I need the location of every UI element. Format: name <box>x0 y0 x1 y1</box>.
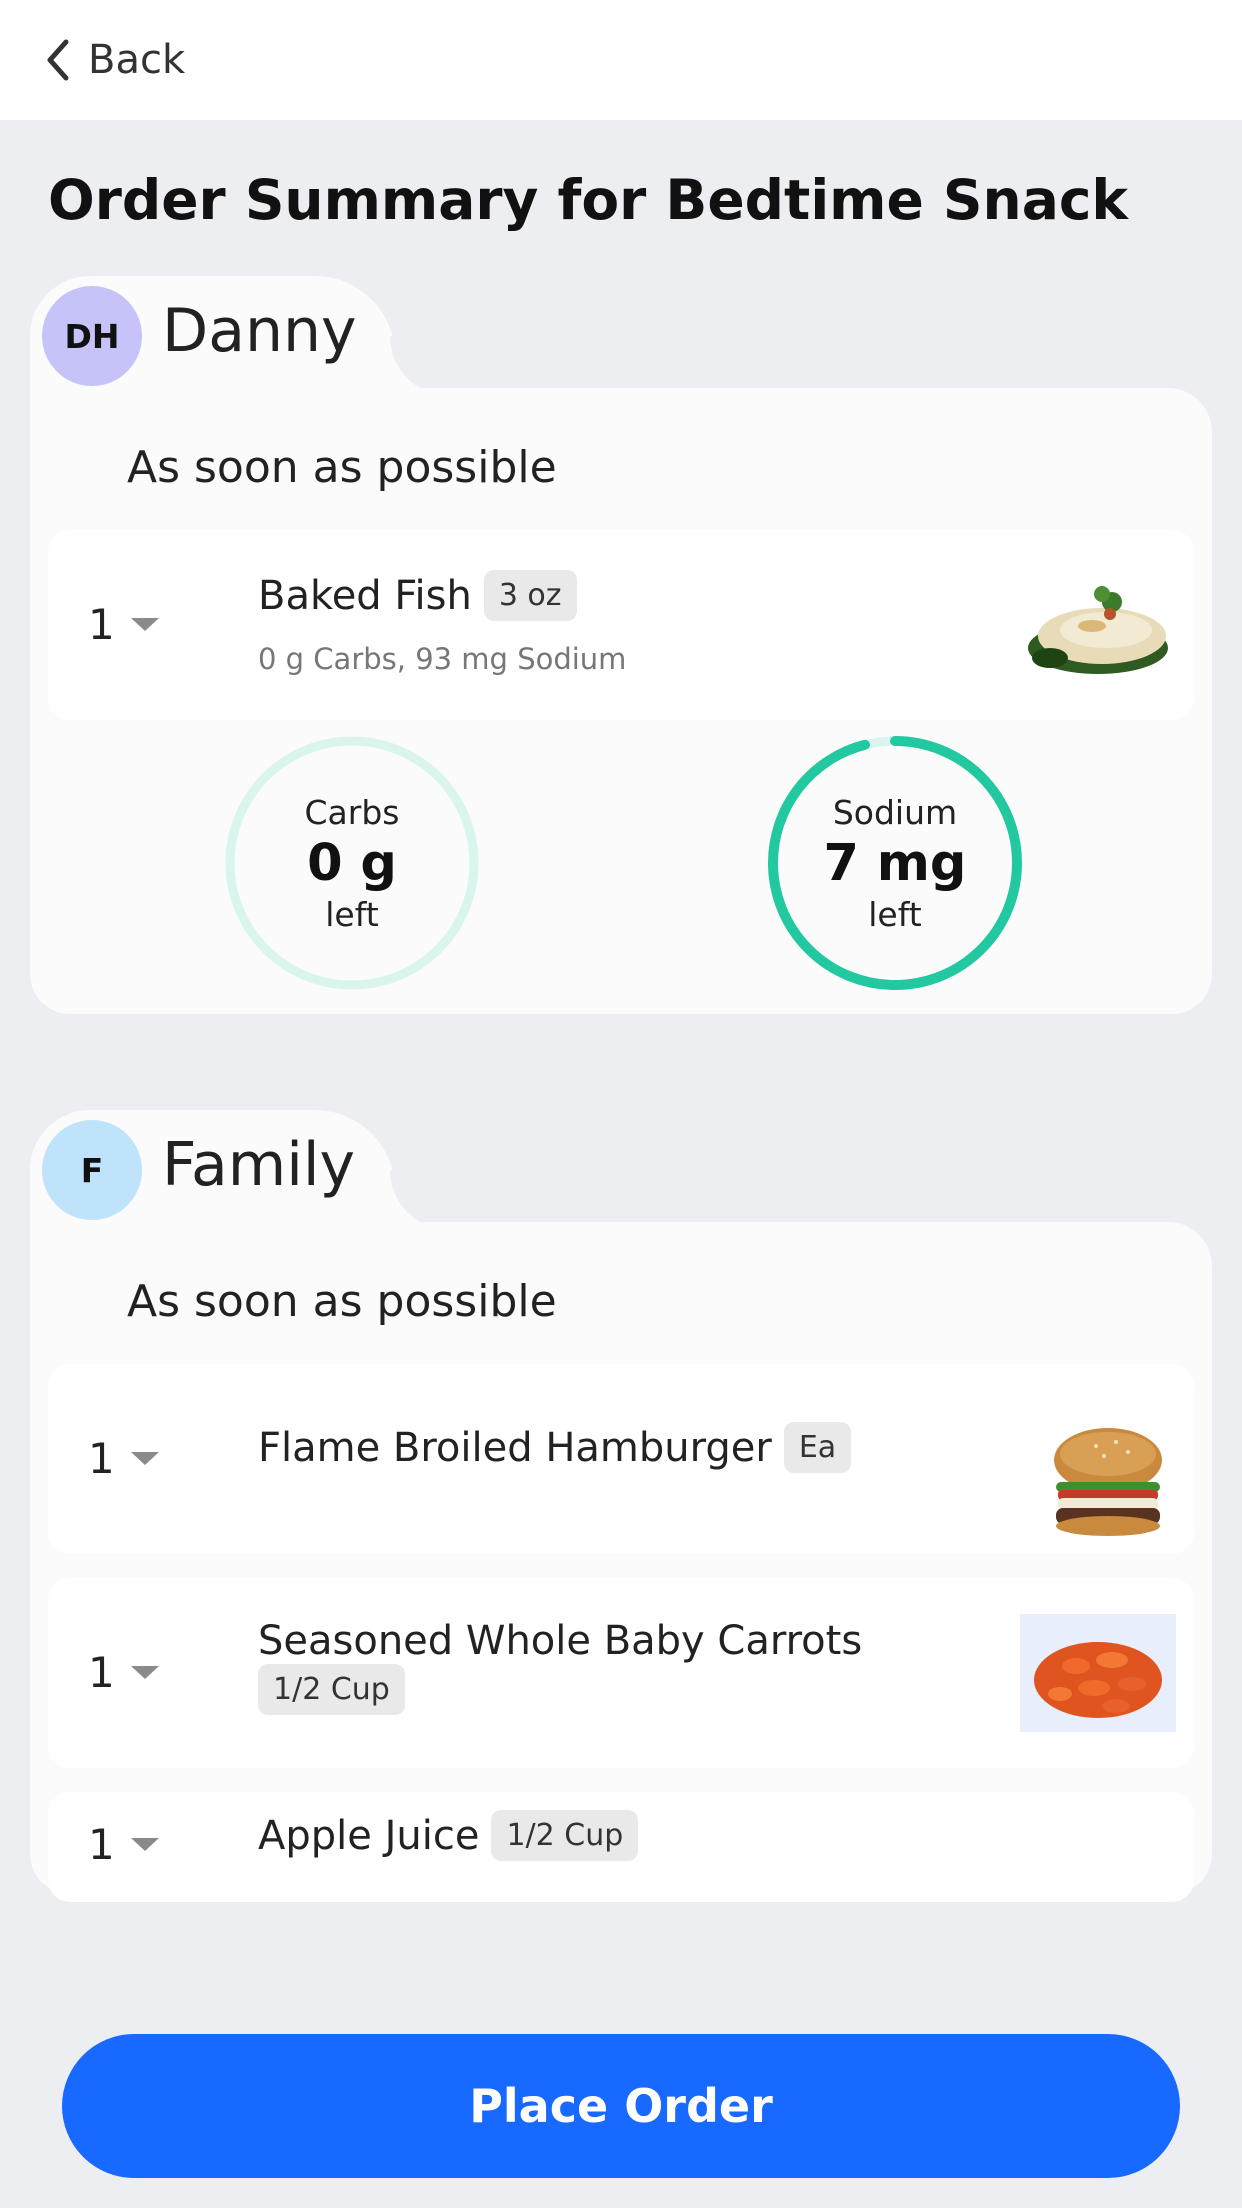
timing-label: As soon as possible <box>127 442 557 493</box>
place-order-button[interactable]: Place Order <box>62 2034 1180 2178</box>
ring-value: 7 mg <box>823 833 967 893</box>
order-item: 1 Seasoned Whole Baby Carrots 1/2 Cup <box>48 1578 1194 1768</box>
sodium-remaining-ring: Sodium 7 mg left <box>766 734 1024 992</box>
quantity-selector[interactable]: 1 <box>88 1434 159 1483</box>
item-name-text: Baked Fish <box>258 572 472 619</box>
item-name: Apple Juice 1/2 Cup <box>258 1810 639 1861</box>
item-name: Flame Broiled Hamburger Ea <box>258 1422 852 1473</box>
order-card: As soon as possible 1 Flame Broiled Hamb… <box>30 1222 1212 1902</box>
caret-down-icon <box>130 1452 159 1465</box>
ring-label: Carbs <box>304 792 400 832</box>
caret-down-icon <box>130 618 159 631</box>
nutrition-info: 0 g Carbs, 93 mg Sodium <box>258 642 627 676</box>
quantity-selector[interactable]: 1 <box>88 600 159 649</box>
order-item: 1 Baked Fish 3 oz 0 g Carbs, 93 mg Sodiu… <box>48 530 1194 720</box>
order-section-family: As soon as possible 1 Flame Broiled Hamb… <box>30 1110 1212 1902</box>
carbs-remaining-ring: Carbs 0 g left <box>223 734 481 992</box>
page-title: Order Summary for Bedtime Snack <box>48 168 1128 232</box>
portion-badge: 1/2 Cup <box>491 1810 639 1861</box>
portion-badge: 3 oz <box>483 570 577 621</box>
quantity-value: 1 <box>88 1434 115 1483</box>
order-summary-screen: Back Order Summary for Bedtime Snack As … <box>0 0 1242 2208</box>
chevron-left-icon <box>47 39 69 81</box>
item-name-text: Flame Broiled Hamburger <box>258 1424 772 1471</box>
portion-badge: 1/2 Cup <box>258 1664 405 1715</box>
caret-down-icon <box>130 1838 159 1851</box>
timing-label: As soon as possible <box>127 1276 557 1327</box>
back-button[interactable]: Back <box>42 36 185 84</box>
portion-badge: Ea <box>783 1422 852 1473</box>
ring-unit: left <box>868 894 922 934</box>
baked-fish-image <box>1028 586 1168 674</box>
back-label: Back <box>88 37 186 83</box>
avatar: DH <box>42 286 142 386</box>
item-name: Baked Fish 3 oz <box>258 570 577 621</box>
order-card: As soon as possible 1 Baked Fish 3 oz 0 … <box>30 388 1212 1014</box>
ring-unit: left <box>325 894 379 934</box>
order-item: 1 Flame Broiled Hamburger Ea <box>48 1364 1194 1554</box>
hamburger-image <box>1054 1428 1162 1536</box>
quantity-selector[interactable]: 1 <box>88 1820 159 1869</box>
order-section-danny: As soon as possible 1 Baked Fish 3 oz 0 … <box>30 276 1212 1016</box>
ring-label: Sodium <box>832 792 958 832</box>
person-name: Family <box>162 1130 356 1200</box>
caret-down-icon <box>130 1666 159 1679</box>
quantity-selector[interactable]: 1 <box>88 1648 159 1697</box>
quantity-value: 1 <box>88 1820 115 1869</box>
avatar: F <box>42 1120 142 1220</box>
item-name-text: Seasoned Whole Baby Carrots <box>258 1618 863 1664</box>
person-name: Danny <box>162 296 357 366</box>
order-item: 1 Apple Juice 1/2 Cup <box>48 1792 1194 1902</box>
portion-wrap: 1/2 Cup <box>246 1664 405 1715</box>
top-bar: Back <box>0 0 1242 120</box>
carrots-image <box>1020 1614 1176 1732</box>
item-name-text: Apple Juice <box>258 1812 480 1859</box>
quantity-value: 1 <box>88 600 115 649</box>
item-name: Seasoned Whole Baby Carrots <box>258 1618 862 1664</box>
quantity-value: 1 <box>88 1648 115 1697</box>
ring-value: 0 g <box>307 833 397 893</box>
